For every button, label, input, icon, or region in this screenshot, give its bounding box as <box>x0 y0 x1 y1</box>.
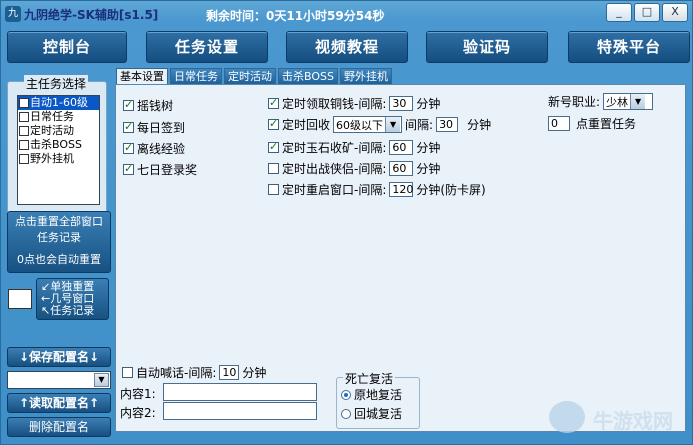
chevron-down-icon[interactable]: ▼ <box>630 94 646 109</box>
checkbox[interactable] <box>123 162 134 175</box>
mining-interval-input[interactable]: 60 <box>389 140 414 155</box>
close-button[interactable]: X <box>662 3 688 22</box>
task-list[interactable]: 自动1-60级 日常任务 定时活动 击杀BOSS 野外挂机 <box>17 95 100 205</box>
timed-hero-check[interactable]: 定时出战侠侣-间隔: 60 分钟 <box>268 160 440 177</box>
hero-interval-input[interactable]: 60 <box>389 161 414 176</box>
radio-dot[interactable] <box>341 389 351 400</box>
reset-task-row: 0 点重置任务 <box>548 115 636 132</box>
recycle-level-select[interactable]: 60级以下 ▼ <box>333 116 403 133</box>
nav-console[interactable]: 控制台 <box>7 31 127 63</box>
offline-exp-check[interactable]: 离线经验 <box>123 140 185 157</box>
task-checkbox[interactable] <box>19 126 29 136</box>
revive-in-place-radio[interactable]: 原地复活 <box>341 386 402 403</box>
checkbox[interactable] <box>123 98 134 111</box>
new-class-select[interactable]: 少林 ▼ <box>603 93 654 110</box>
task-item-boss[interactable]: 击杀BOSS <box>18 138 99 152</box>
timed-mining-check[interactable]: 定时玉石收矿-间隔: 60 分钟 <box>268 139 440 156</box>
nav-task-settings[interactable]: 任务设置 <box>146 31 268 63</box>
watermark: 牛游戏网 <box>549 399 689 439</box>
reset-all-button[interactable]: 点击重置全部窗口 任务记录 0点也会自动重置 <box>7 211 111 273</box>
checkbox[interactable] <box>123 120 134 133</box>
window-title: 九阴绝学-SK辅助[s1.5] <box>24 7 159 22</box>
nav-special-platform[interactable]: 特殊平台 <box>568 31 690 63</box>
checkbox[interactable] <box>268 96 279 109</box>
tab-timed[interactable]: 定时活动 <box>224 68 276 85</box>
nav-video-tutorial[interactable]: 视频教程 <box>286 31 408 63</box>
timed-restart-check[interactable]: 定时重启窗口-间隔: 120 分钟(防卡屏) <box>268 181 486 198</box>
task-item-afk[interactable]: 野外挂机 <box>18 152 99 166</box>
content2-input[interactable] <box>163 402 317 420</box>
task-checkbox[interactable] <box>19 112 29 122</box>
checkbox[interactable] <box>122 367 133 378</box>
death-revive-group: 死亡复活 原地复活 回城复活 <box>336 370 420 429</box>
app-logo-icon: 九 <box>5 6 21 22</box>
task-checkbox[interactable] <box>19 98 29 108</box>
task-checkbox[interactable] <box>19 140 29 150</box>
task-checkbox[interactable] <box>19 154 29 164</box>
task-item-timed[interactable]: 定时活动 <box>18 124 99 138</box>
checkbox[interactable] <box>268 117 279 130</box>
checkbox[interactable] <box>268 140 279 153</box>
content2-label: 内容2: <box>120 406 156 420</box>
title-bar[interactable]: 九 九阴绝学-SK辅助[s1.5] 剩余时间：0天11小时59分54秒 _ □ … <box>1 1 692 27</box>
shout-interval-input[interactable]: 10 <box>219 365 240 380</box>
money-tree-check[interactable]: 摇钱树 <box>123 97 173 114</box>
revive-in-town-radio[interactable]: 回城复活 <box>341 405 402 422</box>
timed-money-check[interactable]: 定时领取铜钱-间隔: 30 分钟 <box>268 95 440 112</box>
delete-config-button[interactable]: 删除配置名 <box>7 417 111 437</box>
checkbox[interactable] <box>268 184 279 195</box>
task-select-label: 主任务选择 <box>24 75 89 92</box>
restart-interval-input[interactable]: 120 <box>389 182 414 197</box>
reset-task-input[interactable]: 0 <box>548 116 570 131</box>
task-item-daily[interactable]: 日常任务 <box>18 110 99 124</box>
remaining-time: 剩余时间：0天11小时59分54秒 <box>206 9 385 23</box>
config-name-select[interactable]: ▼ <box>7 371 111 389</box>
top-nav: 控制台 任务设置 视频教程 验证码 特殊平台 <box>7 31 691 63</box>
death-revive-label: 死亡复活 <box>343 370 396 387</box>
chevron-down-icon[interactable]: ▼ <box>94 373 109 387</box>
single-reset-button[interactable]: ↙单独重置 ←几号窗口 ↖任务记录 <box>36 278 109 320</box>
new-class-row: 新号职业: 少林 ▼ <box>548 93 656 110</box>
tab-daily[interactable]: 日常任务 <box>170 68 222 85</box>
chevron-down-icon[interactable]: ▼ <box>385 117 401 132</box>
nav-captcha[interactable]: 验证码 <box>426 31 548 63</box>
watermark-logo-icon <box>549 401 585 433</box>
tab-boss[interactable]: 击杀BOSS <box>278 68 338 85</box>
app-window: 九 九阴绝学-SK辅助[s1.5] 剩余时间：0天11小时59分54秒 _ □ … <box>0 0 693 445</box>
content1-label: 内容1: <box>120 387 156 401</box>
timed-recycle-check[interactable]: 定时回收 60级以下▼ 间隔: 30 分钟 <box>268 116 491 133</box>
checkbox[interactable] <box>268 163 279 174</box>
recycle-interval-input[interactable]: 30 <box>436 117 459 132</box>
daily-signin-check[interactable]: 每日签到 <box>123 119 185 136</box>
auto-shout-check[interactable]: 自动喊话-间隔: 10 分钟 <box>122 364 266 381</box>
maximize-button[interactable]: □ <box>634 3 660 22</box>
window-number-input[interactable] <box>8 289 32 309</box>
checkbox[interactable] <box>123 141 134 154</box>
settings-tabs: 基本设置 日常任务 定时活动 击杀BOSS 野外挂机 <box>116 68 392 86</box>
content1-input[interactable] <box>163 383 317 401</box>
load-config-button[interactable]: ↑读取配置名↑ <box>7 393 111 413</box>
save-config-button[interactable]: ↓保存配置名↓ <box>7 347 111 367</box>
minimize-button[interactable]: _ <box>606 3 632 22</box>
task-item-auto-level[interactable]: 自动1-60级 <box>18 96 99 110</box>
basic-settings-panel: 摇钱树 每日签到 离线经验 七日登录奖 定时领取铜钱-间隔: 30 分钟 定时回… <box>115 84 686 432</box>
money-interval-input[interactable]: 30 <box>389 96 414 111</box>
left-panel: 主任务选择 自动1-60级 日常任务 定时活动 击杀BOSS 野外挂机 点击重置… <box>4 69 112 439</box>
radio-dot[interactable] <box>341 408 351 419</box>
tab-afk[interactable]: 野外挂机 <box>339 68 392 85</box>
seven-day-login-check[interactable]: 七日登录奖 <box>123 161 197 178</box>
